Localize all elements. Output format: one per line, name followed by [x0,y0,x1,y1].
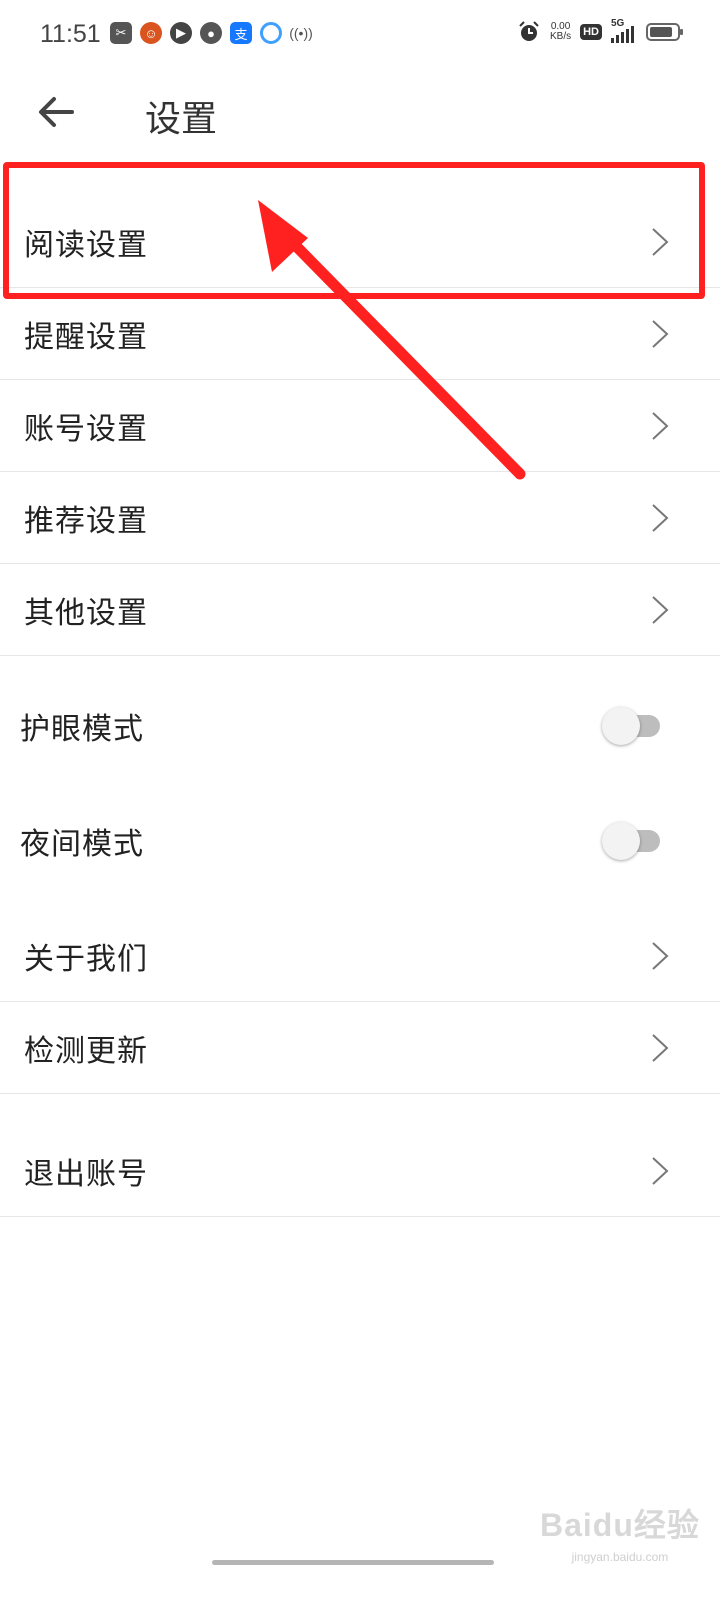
back-button[interactable] [34,90,78,134]
settings-item-recommend[interactable]: 推荐设置 [0,472,720,564]
settings-item-eye-care: 护眼模式 [0,680,720,772]
eye-care-toggle[interactable] [602,707,660,745]
status-time: 11:51 [40,20,101,48]
night-mode-toggle[interactable] [602,822,660,860]
settings-item-label: 退出账号 [24,1156,148,1192]
settings-item-label: 护眼模式 [20,712,144,747]
chevron-right-icon [652,1156,669,1185]
play-app-icon: ▶ [170,22,192,44]
baby-app-icon: ☺ [140,22,162,44]
settings-item-label: 其他设置 [24,595,148,631]
page-title: 设置 [145,99,218,140]
signal-icon: 5G [611,18,637,43]
chevron-right-icon [652,411,669,440]
settings-item-label: 推荐设置 [24,503,148,539]
battery-icon [646,23,683,41]
home-indicator[interactable] [212,1560,494,1565]
settings-item-logout[interactable]: 退出账号 [0,1125,720,1217]
chevron-right-icon [652,595,669,624]
notification-icons: ✂ ☺ ▶ ● 支 ((•)) [110,22,313,44]
chat-app-icon: ● [200,22,222,44]
scissors-app-icon: ✂ [110,22,132,44]
settings-item-night-mode: 夜间模式 [0,795,720,887]
chevron-right-icon [652,503,669,532]
annotation-highlight-box [3,162,705,299]
alarm-icon [519,21,539,41]
hd-badge: HD [580,24,602,40]
settings-item-about[interactable]: 关于我们 [0,910,720,1002]
chevron-right-icon [652,1033,669,1062]
settings-item-reminder[interactable]: 提醒设置 [0,288,720,380]
settings-item-label: 检测更新 [24,1033,148,1069]
settings-item-label: 提醒设置 [24,319,148,355]
status-bar: 11:51 ✂ ☺ ▶ ● 支 ((•)) 0.00 KB/s HD 5G [0,0,720,72]
browser-app-icon [260,22,282,44]
network-type: 5G [611,18,625,29]
watermark: Baidu经验 jingyan.baidu.com [540,1500,700,1564]
chevron-right-icon [652,319,669,348]
settings-item-label: 夜间模式 [20,827,144,862]
watermark-logo: Baidu经验 [540,1507,700,1543]
system-icons: 0.00 KB/s HD 5G [517,18,683,44]
settings-item-account[interactable]: 账号设置 [0,380,720,472]
settings-item-check-update[interactable]: 检测更新 [0,1002,720,1094]
net-speed: 0.00 KB/s [550,22,571,42]
settings-item-other[interactable]: 其他设置 [0,564,720,656]
text-app-icon: 支 [230,22,252,44]
hotspot-icon: ((•)) [289,25,313,41]
arrow-left-icon [39,97,74,127]
settings-item-label: 账号设置 [24,411,148,447]
net-speed-unit: KB/s [549,31,572,42]
chevron-right-icon [652,941,669,970]
watermark-url: jingyan.baidu.com [571,1550,669,1564]
settings-item-label: 关于我们 [24,941,148,977]
app-header: 设置 [0,72,720,162]
